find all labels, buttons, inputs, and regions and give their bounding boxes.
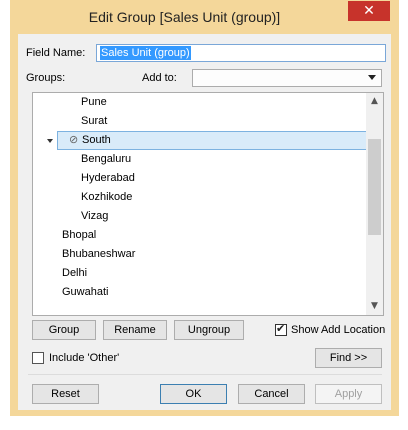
tree-item-label: Bengaluru (81, 153, 132, 165)
dialog-title: Edit Group [Sales Unit (group)] (88, 9, 281, 25)
reset-button[interactable]: Reset (32, 384, 99, 404)
checkmark-icon: ✔ (276, 322, 286, 335)
close-icon: ✕ (363, 3, 375, 19)
groups-label: Groups: (26, 72, 66, 84)
show-add-location-checkbox[interactable]: ✔ (275, 322, 287, 336)
add-to-dropdown[interactable] (192, 69, 382, 87)
tree-item-bhubaneshwar[interactable]: Bhubaneshwar (33, 245, 366, 264)
field-name-input[interactable]: Sales Unit (group) (96, 44, 386, 62)
tree-item-label: Vizag (81, 210, 109, 222)
tree-item-guwahati[interactable]: Guwahati (33, 283, 366, 302)
dialog-body: Field Name: Sales Unit (group) Groups: A… (18, 34, 391, 410)
tree-item-label: Guwahati (62, 286, 109, 298)
groups-tree[interactable]: Pune Surat ⊘ South Bengaluru Hyderabad K… (32, 92, 384, 316)
title-bar[interactable]: Edit Group [Sales Unit (group)] ✕ (10, 0, 399, 34)
include-other-label: Include 'Other' (49, 352, 120, 364)
show-add-location-label: Show Add Location (291, 324, 386, 336)
cancel-button[interactable]: Cancel (238, 384, 305, 404)
tree-item-kozhikode[interactable]: Kozhikode (33, 188, 366, 207)
tree-item-label: Surat (81, 115, 108, 127)
tree-item-label: Kozhikode (81, 191, 133, 203)
tree-item-label: Pune (81, 96, 107, 108)
add-to-label: Add to: (142, 72, 177, 84)
field-name-label: Field Name: (26, 47, 86, 59)
chevron-up-icon[interactable]: ▲ (366, 93, 383, 110)
tree-item-label: Hyderabad (81, 172, 135, 184)
tree-item-south[interactable]: ⊘ South (57, 131, 372, 150)
close-button[interactable]: ✕ (348, 1, 390, 21)
ok-button[interactable]: OK (160, 384, 227, 404)
tree-item-vizag[interactable]: Vizag (33, 207, 366, 226)
group-button[interactable]: Group (32, 320, 96, 340)
tree-item-label: South (82, 134, 111, 146)
paperclip-icon: ⊘ (69, 134, 79, 146)
divider (28, 374, 382, 375)
chevron-down-icon (368, 75, 376, 80)
tree-item-pune[interactable]: Pune (33, 93, 366, 112)
find-button[interactable]: Find >> (315, 348, 382, 368)
tree-item-label: Bhubaneshwar (62, 248, 136, 260)
tree-item-delhi[interactable]: Delhi (33, 264, 366, 283)
include-other-checkbox[interactable] (32, 352, 44, 364)
tree-scrollbar[interactable]: ▲ ▼ (366, 93, 383, 315)
field-name-value: Sales Unit (group) (100, 46, 191, 60)
rename-button[interactable]: Rename (103, 320, 167, 340)
triangle-down-icon[interactable] (47, 139, 53, 143)
tree-item-surat[interactable]: Surat (33, 112, 366, 131)
chevron-down-icon[interactable]: ▼ (366, 298, 383, 315)
tree-item-bhopal[interactable]: Bhopal (33, 226, 366, 245)
ungroup-button[interactable]: Ungroup (174, 320, 244, 340)
scrollbar-thumb[interactable] (368, 139, 381, 235)
tree-item-label: Bhopal (62, 229, 97, 241)
tree-item-label: Delhi (62, 267, 88, 279)
tree-item-hyderabad[interactable]: Hyderabad (33, 169, 366, 188)
apply-button[interactable]: Apply (315, 384, 382, 404)
tree-item-bengaluru[interactable]: Bengaluru (33, 150, 366, 169)
edit-group-dialog: Edit Group [Sales Unit (group)] ✕ Field … (10, 0, 399, 416)
